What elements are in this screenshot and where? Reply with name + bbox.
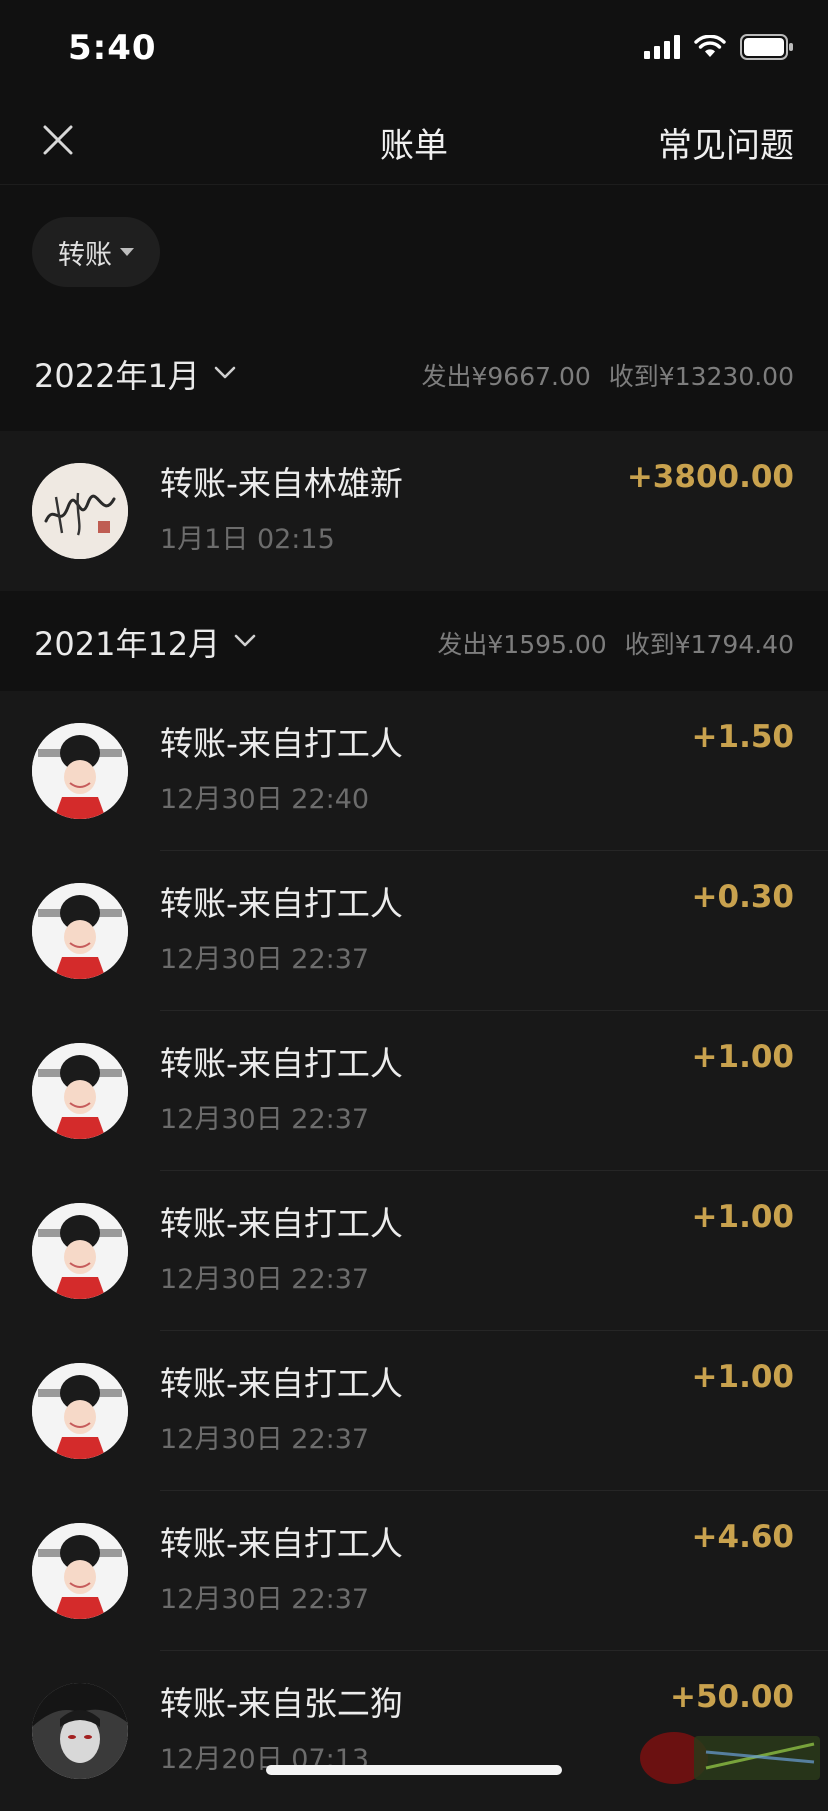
transaction-title: 转账-来自林雄新 (160, 464, 403, 503)
transaction-row[interactable]: 转账-来自打工人 12月30日 22:40 +1.50 (0, 691, 828, 851)
transaction-title: 转账-来自张二狗 (160, 1684, 403, 1723)
cartoon-official-avatar (32, 1043, 128, 1139)
month-header-2021-12[interactable]: 2021年12月 发出¥1595.00 收到¥1794.40 (0, 591, 828, 691)
battery-icon (740, 34, 794, 64)
transaction-list: 转账-来自打工人 12月30日 22:40 +1.50 转账-来自打工人 12月… (0, 691, 828, 1811)
transaction-time: 12月30日 22:40 (160, 784, 370, 815)
transaction-amount: +1.50 (691, 719, 794, 755)
transaction-time: 12月30日 22:37 (160, 944, 370, 975)
status-icons (644, 34, 794, 64)
watermark-logo (634, 1718, 824, 1788)
transaction-title: 转账-来自打工人 (160, 1204, 403, 1243)
home-indicator[interactable] (266, 1765, 562, 1775)
transaction-amount: +1.00 (691, 1359, 794, 1395)
transaction-amount: +3800.00 (626, 459, 794, 495)
faq-link[interactable]: 常见问题 (658, 118, 794, 167)
transaction-time: 12月30日 22:37 (160, 1584, 370, 1615)
transaction-title: 转账-来自打工人 (160, 1524, 403, 1563)
transaction-row[interactable]: 转账-来自打工人 12月30日 22:37 +1.00 (0, 1011, 828, 1171)
month-sent-total: 发出¥1595.00 (437, 630, 607, 659)
wifi-icon (694, 34, 726, 63)
cartoon-official-avatar (32, 1203, 128, 1299)
cartoon-official-avatar (32, 1523, 128, 1619)
month-selector[interactable]: 2022年1月 (34, 351, 236, 397)
transaction-amount: +1.00 (691, 1039, 794, 1075)
transaction-time: 12月30日 22:37 (160, 1104, 370, 1135)
transaction-time: 1月1日 02:15 (160, 524, 335, 555)
transaction-title: 转账-来自打工人 (160, 1364, 403, 1403)
type-filter-dropdown[interactable]: 转账 (32, 217, 160, 287)
filter-area: 转账 (0, 185, 828, 313)
chevron-down-icon (214, 365, 236, 384)
cartoon-official-avatar (32, 723, 128, 819)
status-time: 5:40 (68, 28, 157, 68)
caret-down-icon (120, 248, 134, 256)
transaction-time: 12月30日 22:37 (160, 1264, 370, 1295)
type-filter-label: 转账 (58, 239, 112, 271)
transaction-title: 转账-来自打工人 (160, 1044, 403, 1083)
transaction-amount: +4.60 (691, 1519, 794, 1555)
transaction-title: 转账-来自打工人 (160, 884, 403, 923)
month-summary: 发出¥1595.00 收到¥1794.40 (419, 625, 794, 661)
transaction-row[interactable]: 转账-来自打工人 12月30日 22:37 +1.00 (0, 1171, 828, 1331)
signature-avatar (32, 463, 128, 559)
transaction-row[interactable]: 转账-来自林雄新 1月1日 02:15 +3800.00 (0, 431, 828, 591)
cellular-signal-icon (644, 35, 680, 63)
transaction-amount: +0.30 (691, 879, 794, 915)
transaction-time: 12月30日 22:37 (160, 1424, 370, 1455)
transaction-amount: +1.00 (691, 1199, 794, 1235)
transaction-row[interactable]: 转账-来自打工人 12月30日 22:37 +0.30 (0, 851, 828, 1011)
transaction-row[interactable]: 转账-来自打工人 12月30日 22:37 +1.00 (0, 1331, 828, 1491)
month-label: 2022年1月 (34, 357, 200, 395)
cartoon-official-avatar (32, 1363, 128, 1459)
status-bar: 5:40 (0, 0, 828, 100)
cartoon-official-avatar (32, 883, 128, 979)
transaction-amount: +50.00 (669, 1679, 794, 1715)
month-summary: 发出¥9667.00 收到¥13230.00 (404, 357, 795, 393)
anime-character-avatar (32, 1683, 128, 1779)
month-received-total: 收到¥13230.00 (608, 362, 794, 391)
month-label: 2021年12月 (34, 625, 221, 663)
chevron-down-icon (234, 633, 256, 652)
month-header-2022-01[interactable]: 2022年1月 发出¥9667.00 收到¥13230.00 (0, 313, 828, 431)
month-selector[interactable]: 2021年12月 (34, 619, 256, 665)
transaction-row[interactable]: 转账-来自打工人 12月30日 22:37 +4.60 (0, 1491, 828, 1651)
month-received-total: 收到¥1794.40 (624, 630, 794, 659)
transaction-title: 转账-来自打工人 (160, 724, 403, 763)
nav-bar: 账单 常见问题 (0, 100, 828, 185)
month-sent-total: 发出¥9667.00 (421, 362, 591, 391)
